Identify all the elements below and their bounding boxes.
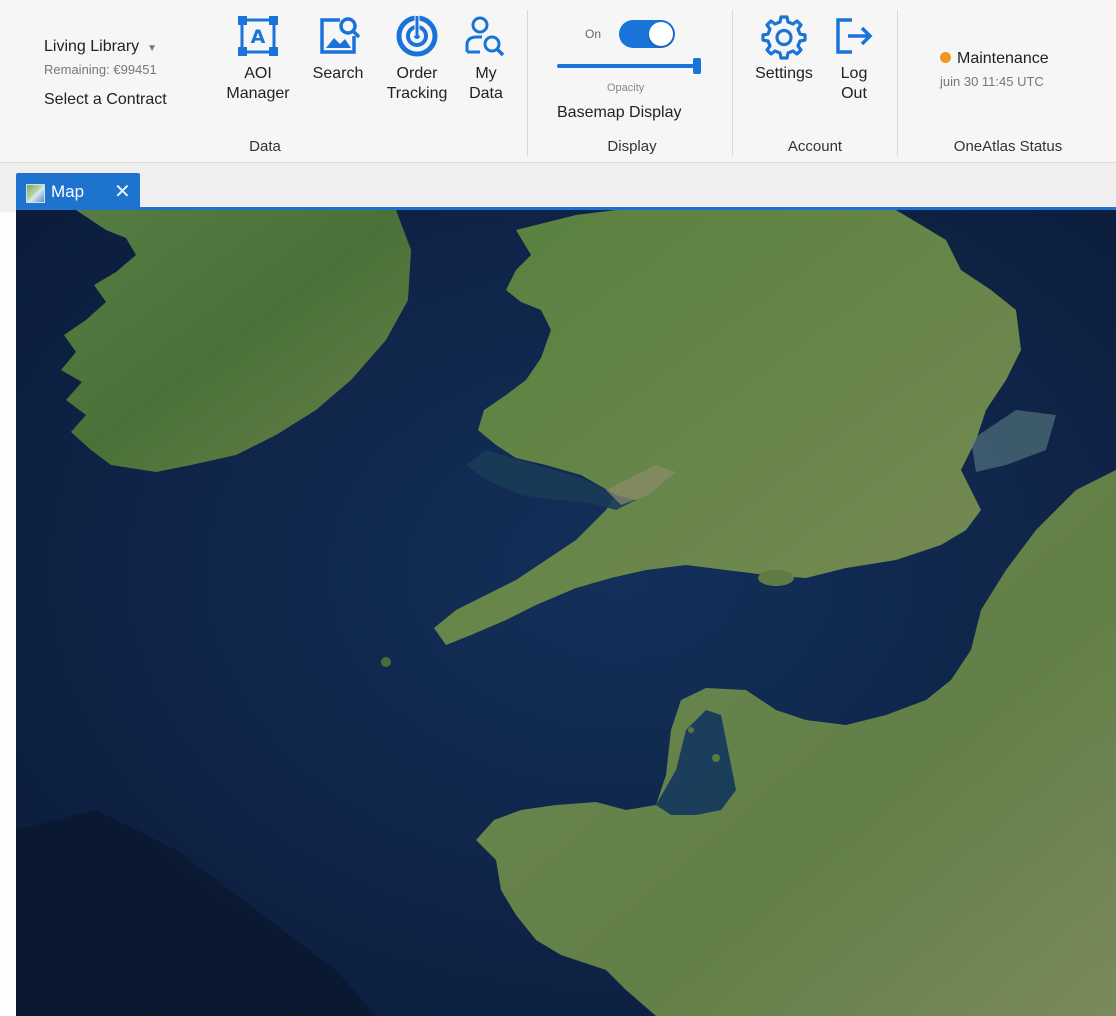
ribbon: Living Library ▼ Remaining: €99451 Select… (0, 0, 1116, 163)
mydata-label-2: Data (469, 85, 503, 102)
search-button[interactable]: Search (305, 12, 371, 84)
opacity-slider-track[interactable] (557, 64, 699, 68)
satellite-basemap[interactable] (16, 210, 1116, 1016)
logout-label-1: Log (840, 65, 868, 82)
gear-icon (746, 12, 822, 64)
mydata-label-1: My (475, 65, 497, 82)
logout-button[interactable]: Log Out (828, 12, 880, 104)
logout-label-2: Out (841, 85, 867, 102)
group-divider (897, 10, 898, 156)
status-text: Maintenance (957, 50, 1049, 67)
toggle-knob (649, 22, 673, 46)
chevron-down-icon: ▼ (147, 43, 158, 54)
search-label: Search (312, 65, 364, 82)
order-label-2: Tracking (386, 85, 448, 102)
user-search-icon (458, 12, 514, 64)
oneatlas-status[interactable]: Maintenance juin 30 11:45 UTC (940, 50, 1049, 89)
group-divider (527, 10, 528, 156)
tab-map-label: Map (51, 182, 85, 201)
group-label-status: OneAtlas Status (953, 138, 1063, 155)
settings-label: Settings (755, 65, 813, 82)
toggle-on-label: On (585, 27, 602, 41)
select-contract-link[interactable]: Select a Contract (44, 91, 167, 109)
opacity-slider-thumb[interactable] (693, 58, 701, 74)
contract-dropdown[interactable]: Living Library ▼ (44, 38, 167, 56)
aoi-label-2: Manager (226, 85, 290, 102)
contract-name: Living Library (44, 38, 140, 55)
group-label-data: Data (249, 138, 281, 155)
aoi-manager-icon: A (218, 12, 298, 64)
contract-panel: Living Library ▼ Remaining: €99451 Select… (44, 38, 167, 109)
remaining-credit: Remaining: €99451 (44, 62, 157, 77)
group-label-display: Display (607, 138, 657, 155)
group-divider (732, 10, 733, 156)
group-label-account: Account (787, 138, 843, 155)
image-search-icon (305, 12, 371, 64)
order-tracking-button[interactable]: Order Tracking (380, 12, 454, 104)
basemap-display-label: Basemap Display (557, 104, 682, 121)
isles-of-scilly (381, 657, 391, 667)
opacity-label: Opacity (607, 82, 645, 94)
logout-icon (828, 12, 880, 64)
order-label-1: Order (396, 65, 438, 82)
tab-strip: Map ✕ (0, 163, 1116, 212)
map-thumbnail-icon (26, 184, 45, 203)
settings-button[interactable]: Settings (746, 12, 822, 84)
svg-text:A: A (251, 26, 266, 48)
aoi-manager-button[interactable]: A AOI Manager (218, 12, 298, 104)
map-view[interactable] (16, 210, 1116, 1016)
order-tracking-icon (380, 12, 454, 64)
isle-of-wight (758, 570, 794, 586)
status-time: juin 30 11:45 UTC (940, 74, 1044, 89)
jersey-island (712, 754, 720, 762)
guernsey-island (688, 727, 694, 733)
aoi-label-1: AOI (244, 65, 272, 82)
my-data-button[interactable]: My Data (458, 12, 514, 104)
tab-map[interactable]: Map ✕ (16, 173, 140, 211)
close-icon[interactable]: ✕ (114, 179, 131, 204)
status-dot-icon (940, 52, 951, 63)
basemap-toggle[interactable] (619, 20, 675, 48)
